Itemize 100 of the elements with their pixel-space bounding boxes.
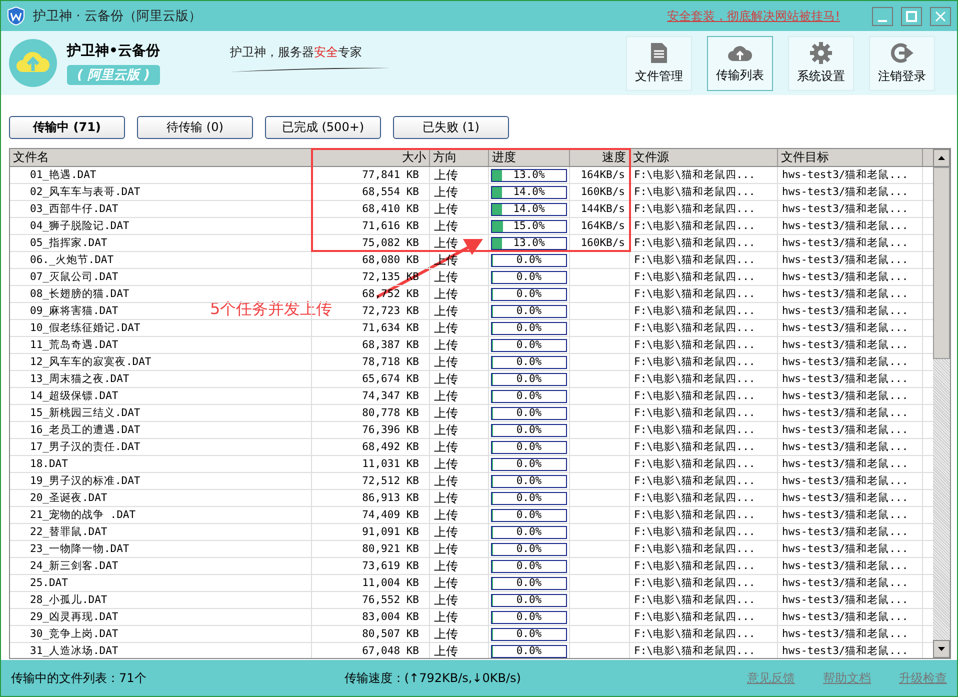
table-cell: 上传 — [430, 388, 489, 404]
table-cell: F:\电影\猫和老鼠四... — [630, 405, 778, 421]
table-cell: F:\电影\猫和老鼠四... — [630, 558, 778, 574]
maximize-button[interactable] — [901, 6, 922, 26]
table-cell: 24_新三剑客.DAT — [10, 558, 312, 574]
table-cell: hws-test3/猫和老鼠... — [778, 422, 923, 438]
table-cell: 164KB/s — [570, 167, 630, 183]
column-header[interactable]: 文件名 — [10, 149, 312, 166]
table-cell: 上传 — [430, 201, 489, 217]
column-header[interactable]: 文件源 — [630, 149, 778, 166]
table-cell: 71,634 KB — [312, 320, 430, 336]
tab[interactable]: 传输中 (71) — [9, 116, 125, 139]
table-cell: hws-test3/猫和老鼠... — [778, 626, 923, 642]
shield-logo-icon — [7, 6, 25, 26]
table-cell: 04_狮子脱险记.DAT — [10, 218, 312, 234]
close-button[interactable] — [930, 6, 951, 26]
table-cell: hws-test3/猫和老鼠... — [778, 354, 923, 370]
table-cell: 68,080 KB — [312, 252, 430, 268]
progress-text: 0.0% — [516, 492, 542, 504]
close-icon — [935, 10, 946, 22]
table-cell: 06._火炮节.DAT — [10, 252, 312, 268]
column-header[interactable]: 方向 — [430, 149, 489, 166]
nav-button[interactable]: 注销登录 — [869, 36, 935, 90]
table-cell: 12_风车车的寂寞夜.DAT — [10, 354, 312, 370]
table-cell: 上传 — [430, 405, 489, 421]
document-icon — [650, 42, 668, 64]
table-cell: 86,913 KB — [312, 490, 430, 506]
column-header[interactable]: 文件目标 — [778, 149, 923, 166]
table-cell: 80,921 KB — [312, 541, 430, 557]
tab[interactable]: 已失败 (1) — [393, 116, 509, 139]
table-cell: 上传 — [430, 626, 489, 642]
column-header[interactable]: 进度 — [489, 149, 570, 166]
settings-icon — [810, 42, 832, 64]
nav-button[interactable]: 文件管理 — [626, 36, 692, 90]
table-cell: 05_指挥家.DAT — [10, 235, 312, 251]
progress-text: 0.0% — [516, 543, 542, 555]
table-cell: 上传 — [430, 422, 489, 438]
tab[interactable]: 待传输 (0) — [137, 116, 253, 139]
table-cell: F:\电影\猫和老鼠四... — [630, 626, 778, 642]
table-cell: 上传 — [430, 609, 489, 625]
table-cell: 72,512 KB — [312, 473, 430, 489]
scroll-up-button[interactable] — [933, 149, 950, 167]
progress-text: 0.0% — [516, 628, 542, 640]
table-cell: 71,616 KB — [312, 218, 430, 234]
scroll-thumb[interactable] — [933, 167, 950, 359]
table-cell: 上传 — [430, 575, 489, 591]
table-cell: 74,409 KB — [312, 507, 430, 523]
nav-button[interactable]: 系统设置 — [788, 36, 854, 90]
minimize-button[interactable] — [872, 6, 893, 26]
table-cell: F:\电影\猫和老鼠四... — [630, 201, 778, 217]
table-cell: 15_新桃园三结义.DAT — [10, 405, 312, 421]
table-cell: 77,841 KB — [312, 167, 430, 183]
table-cell: F:\电影\猫和老鼠四... — [630, 524, 778, 540]
progress-text: 13.0% — [513, 169, 545, 181]
table-cell: F:\电影\猫和老鼠四... — [630, 439, 778, 455]
table-cell: hws-test3/猫和老鼠... — [778, 575, 923, 591]
table-cell: F:\电影\猫和老鼠四... — [630, 337, 778, 353]
table-cell: 14_超级保镖.DAT — [10, 388, 312, 404]
minimize-icon — [878, 20, 887, 22]
progress-text: 15.0% — [513, 220, 545, 232]
table-cell: hws-test3/猫和老鼠... — [778, 405, 923, 421]
maximize-icon — [906, 10, 917, 22]
table-cell: 上传 — [430, 524, 489, 540]
table-cell: hws-test3/猫和老鼠... — [778, 524, 923, 540]
table-cell: 28_小孤儿.DAT — [10, 592, 312, 608]
table-cell: 上传 — [430, 456, 489, 472]
table-cell: 22_替罪鼠.DAT — [10, 524, 312, 540]
table-cell: 03_西部牛仔.DAT — [10, 201, 312, 217]
table-cell: 18.DAT — [10, 456, 312, 472]
table-cell: 75,082 KB — [312, 235, 430, 251]
progress-text: 0.0% — [516, 339, 542, 351]
table-cell: 67,048 KB — [312, 643, 430, 658]
table-cell: 68,554 KB — [312, 184, 430, 200]
table-cell: 68,492 KB — [312, 439, 430, 455]
table-cell: 上传 — [430, 473, 489, 489]
table-cell: 上传 — [430, 507, 489, 523]
table-cell: hws-test3/猫和老鼠... — [778, 184, 923, 200]
logout-icon — [890, 42, 914, 64]
table-cell: hws-test3/猫和老鼠... — [778, 252, 923, 268]
table-cell: F:\电影\猫和老鼠四... — [630, 490, 778, 506]
progress-text: 0.0% — [516, 645, 542, 657]
table-cell: 上传 — [430, 303, 489, 319]
table-cell: F:\电影\猫和老鼠四... — [630, 371, 778, 387]
progress-text: 0.0% — [516, 509, 542, 521]
scroll-down-button[interactable] — [933, 640, 950, 658]
progress-text: 0.0% — [516, 475, 542, 487]
table-cell: hws-test3/猫和老鼠... — [778, 592, 923, 608]
column-header[interactable]: 大小 — [312, 149, 430, 166]
cloud-upload-logo-icon — [9, 39, 57, 87]
table-cell: F:\电影\猫和老鼠四... — [630, 320, 778, 336]
table-cell: 上传 — [430, 558, 489, 574]
table-cell: 上传 — [430, 439, 489, 455]
column-header[interactable]: 速度 — [570, 149, 630, 166]
table-cell: F:\电影\猫和老鼠四... — [630, 456, 778, 472]
tab[interactable]: 已完成 (500+) — [265, 116, 381, 139]
table-cell: 19_男子汉的标准.DAT — [10, 473, 312, 489]
nav-button[interactable]: 传输列表 — [707, 36, 773, 90]
table-cell: 23_一物降一物.DAT — [10, 541, 312, 557]
progress-text: 0.0% — [516, 271, 542, 283]
progress-text: 0.0% — [516, 407, 542, 419]
